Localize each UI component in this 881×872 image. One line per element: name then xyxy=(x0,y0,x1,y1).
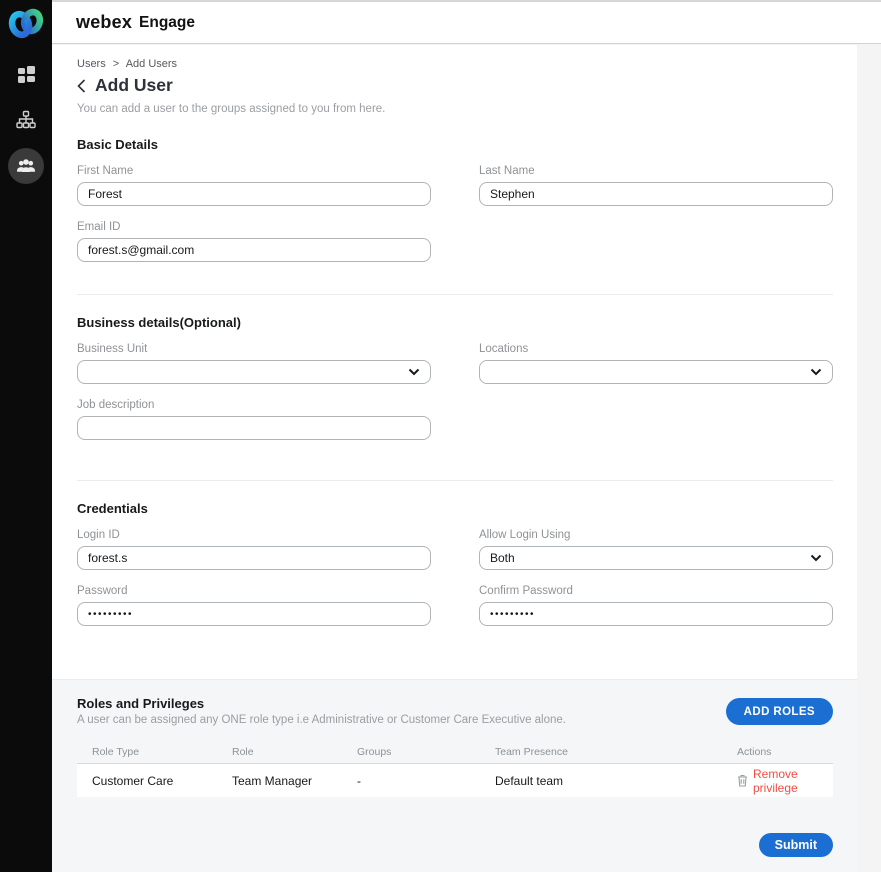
cell-role-type: Customer Care xyxy=(92,773,174,788)
business-unit-select[interactable] xyxy=(77,360,431,384)
grid-icon xyxy=(17,65,36,84)
sidebar-item-org[interactable] xyxy=(8,102,44,138)
remove-privilege-button[interactable]: Remove privilege xyxy=(722,767,833,795)
add-roles-button[interactable]: ADD ROLES xyxy=(725,698,833,725)
locations-select[interactable] xyxy=(479,360,833,384)
allow-login-select[interactable]: Both xyxy=(479,546,833,570)
allow-login-value: Both xyxy=(490,551,515,565)
cell-role: Team Manager xyxy=(232,773,313,788)
login-id-label: Login ID xyxy=(77,529,120,541)
basic-details-heading: Basic Details xyxy=(77,137,158,152)
chevron-down-icon xyxy=(810,368,822,376)
col-groups: Groups xyxy=(357,745,392,758)
table-row: Customer Care Team Manager - Default tea… xyxy=(77,764,833,797)
top-header: webex Engage xyxy=(52,0,881,44)
remove-privilege-label: Remove privilege xyxy=(753,766,798,795)
password-group: Password xyxy=(77,584,431,626)
email-field[interactable] xyxy=(77,238,431,262)
webex-logo[interactable] xyxy=(0,0,52,48)
chevron-down-icon xyxy=(408,368,420,376)
main-content: Users > Add Users Add User You can add a… xyxy=(52,45,857,872)
business-details-heading: Business details(Optional) xyxy=(77,315,241,330)
first-name-field[interactable] xyxy=(77,182,431,206)
breadcrumb-users[interactable]: Users xyxy=(77,58,106,70)
locations-label: Locations xyxy=(479,343,529,355)
chevron-down-icon xyxy=(810,554,822,562)
job-description-field[interactable] xyxy=(77,416,431,440)
last-name-label: Last Name xyxy=(479,165,535,177)
confirm-password-field[interactable] xyxy=(479,602,833,626)
sidebar-nav xyxy=(8,56,44,194)
brand-webex: webex xyxy=(76,12,133,32)
team-icon xyxy=(15,157,37,175)
title-row: Add User xyxy=(77,75,833,96)
email-group: Email ID xyxy=(77,220,431,262)
roles-subtitle: A user can be assigned any ONE role type… xyxy=(77,714,566,726)
locations-group: Locations xyxy=(479,342,833,384)
roles-table: Role Type Role Groups Team Presence Acti… xyxy=(77,740,833,797)
business-unit-group: Business Unit xyxy=(77,342,431,384)
breadcrumb: Users > Add Users xyxy=(77,58,833,70)
submit-row: Submit xyxy=(77,833,833,857)
sidebar-item-dashboard[interactable] xyxy=(8,56,44,92)
allow-login-group: Allow Login Using Both xyxy=(479,528,833,570)
business-details-grid: Business Unit Locations Job description xyxy=(77,342,833,440)
cell-team-presence: Default team xyxy=(495,773,564,788)
submit-button[interactable]: Submit xyxy=(758,833,833,857)
cell-groups: - xyxy=(357,773,361,788)
section-divider xyxy=(77,480,833,481)
password-label: Password xyxy=(77,585,128,597)
first-name-group: First Name xyxy=(77,164,431,206)
roles-section: Roles and Privileges A user can be assig… xyxy=(52,679,857,872)
last-name-field[interactable] xyxy=(479,182,833,206)
job-description-group: Job description xyxy=(77,398,431,440)
confirm-password-group: Confirm Password xyxy=(479,584,833,626)
business-unit-label: Business Unit xyxy=(77,343,148,355)
page-subtitle: You can add a user to the groups assigne… xyxy=(77,103,386,115)
org-chart-icon xyxy=(16,110,36,130)
form-content: Users > Add Users Add User You can add a… xyxy=(52,45,857,626)
trash-icon xyxy=(737,774,748,787)
login-id-group: Login ID xyxy=(77,528,431,570)
roles-table-header: Role Type Role Groups Team Presence Acti… xyxy=(77,740,833,764)
confirm-password-label: Confirm Password xyxy=(479,585,573,597)
breadcrumb-separator: > xyxy=(112,58,120,70)
roles-header: Roles and Privileges A user can be assig… xyxy=(77,696,833,726)
sidebar-item-users[interactable] xyxy=(8,148,44,184)
page-title: Add User xyxy=(95,75,173,95)
credentials-heading: Credentials xyxy=(77,501,148,516)
section-divider xyxy=(77,294,833,295)
first-name-label: First Name xyxy=(77,165,134,177)
col-team-presence: Team Presence xyxy=(495,745,568,758)
col-actions: Actions xyxy=(737,745,772,758)
allow-login-label: Allow Login Using xyxy=(479,529,571,541)
brand-engage: Engage xyxy=(139,13,196,31)
last-name-group: Last Name xyxy=(479,164,833,206)
back-chevron-icon[interactable] xyxy=(77,77,91,95)
basic-details-grid: First Name Last Name Email ID xyxy=(77,164,833,262)
email-label: Email ID xyxy=(77,221,121,233)
password-field[interactable] xyxy=(77,602,431,626)
col-role: Role xyxy=(232,745,254,758)
job-description-label: Job description xyxy=(77,399,155,411)
sidebar xyxy=(0,0,52,872)
breadcrumb-add-users[interactable]: Add Users xyxy=(126,58,177,70)
credentials-grid: Login ID Allow Login Using Both Password… xyxy=(77,528,833,626)
col-role-type: Role Type xyxy=(92,745,140,758)
roles-heading: Roles and Privileges xyxy=(77,696,205,711)
login-id-field[interactable] xyxy=(77,546,431,570)
